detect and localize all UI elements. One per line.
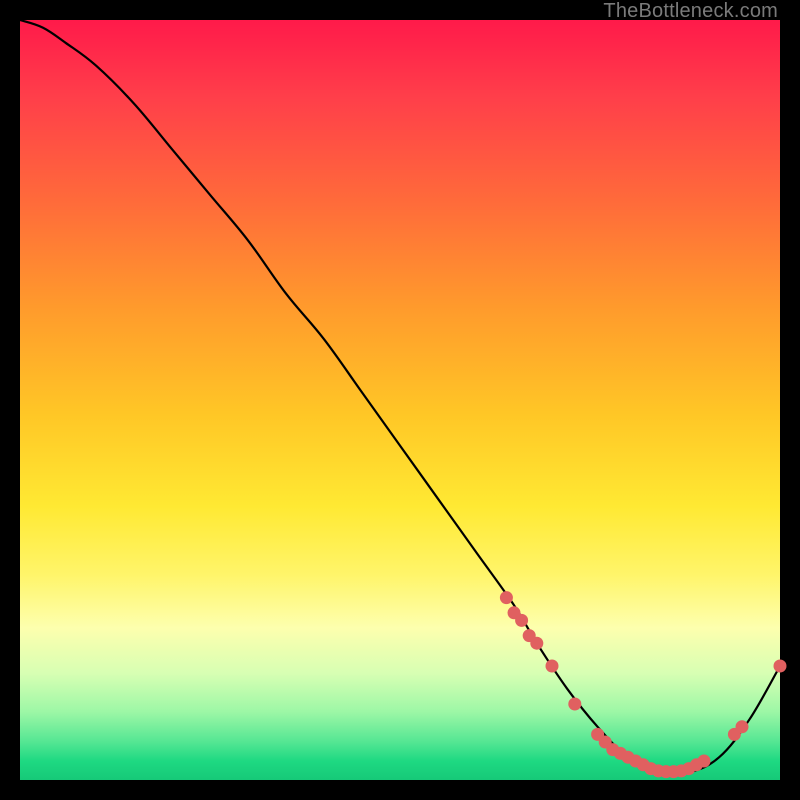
plot-area: [20, 20, 780, 780]
data-dot: [515, 614, 528, 627]
data-dot: [568, 698, 581, 711]
curve-dots: [500, 591, 787, 778]
chart-frame: TheBottleneck.com: [0, 0, 800, 800]
data-dot: [774, 660, 787, 673]
line-chart-svg: [20, 20, 780, 780]
bottleneck-curve: [20, 20, 780, 774]
data-dot: [736, 720, 749, 733]
data-dot: [500, 591, 513, 604]
data-dot: [698, 755, 711, 768]
data-dot: [530, 637, 543, 650]
data-dot: [546, 660, 559, 673]
